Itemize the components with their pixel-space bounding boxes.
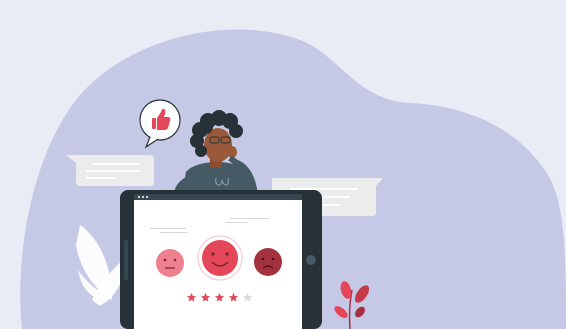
illustration-scene bbox=[20, 29, 566, 329]
chat-bubble-left bbox=[66, 155, 154, 186]
star-icon[interactable] bbox=[200, 292, 211, 303]
happy-face-icon bbox=[197, 235, 243, 281]
star-rating[interactable] bbox=[186, 290, 253, 304]
star-icon[interactable] bbox=[214, 292, 225, 303]
star-icon[interactable] bbox=[242, 292, 253, 303]
neutral-face-icon bbox=[156, 249, 184, 277]
sad-face-icon bbox=[254, 248, 282, 276]
star-icon[interactable] bbox=[186, 292, 197, 303]
star-icon[interactable] bbox=[228, 292, 239, 303]
